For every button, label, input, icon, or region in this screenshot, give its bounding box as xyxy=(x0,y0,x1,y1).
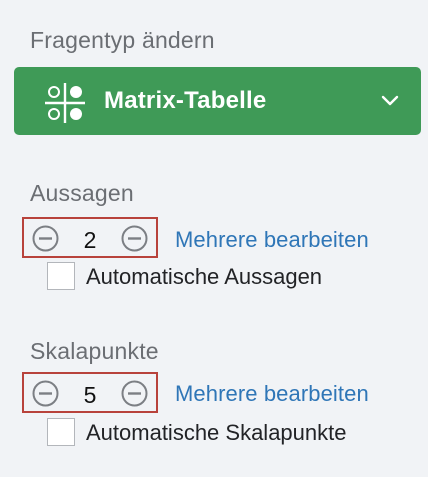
auto-statements-checkbox[interactable] xyxy=(47,262,75,290)
question-type-dropdown[interactable]: Matrix-Tabelle xyxy=(14,67,421,135)
question-type-heading: Fragentyp ändern xyxy=(30,27,215,53)
statements-stepper: 2 xyxy=(22,217,158,258)
chevron-down-icon xyxy=(381,95,399,106)
scale-points-edit-multiple-link[interactable]: Mehrere bearbeiten xyxy=(175,381,369,407)
auto-scale-points-checkbox[interactable] xyxy=(47,418,75,446)
scale-points-heading: Skalapunkte xyxy=(30,338,159,364)
question-type-label: Matrix-Tabelle xyxy=(104,87,267,114)
scale-points-stepper: 5 xyxy=(22,372,158,413)
scale-points-increment-button[interactable] xyxy=(121,380,148,407)
statements-increment-button[interactable] xyxy=(121,225,148,252)
auto-statements-label: Automatische Aussagen xyxy=(86,264,323,289)
auto-scale-points-label: Automatische Skalapunkte xyxy=(86,420,347,445)
statements-edit-multiple-link[interactable]: Mehrere bearbeiten xyxy=(175,227,369,253)
matrix-table-icon xyxy=(45,83,85,123)
question-settings-panel: Fragentyp ändern Matrix-Tabelle Aussagen… xyxy=(0,0,428,477)
statements-heading: Aussagen xyxy=(30,180,134,206)
